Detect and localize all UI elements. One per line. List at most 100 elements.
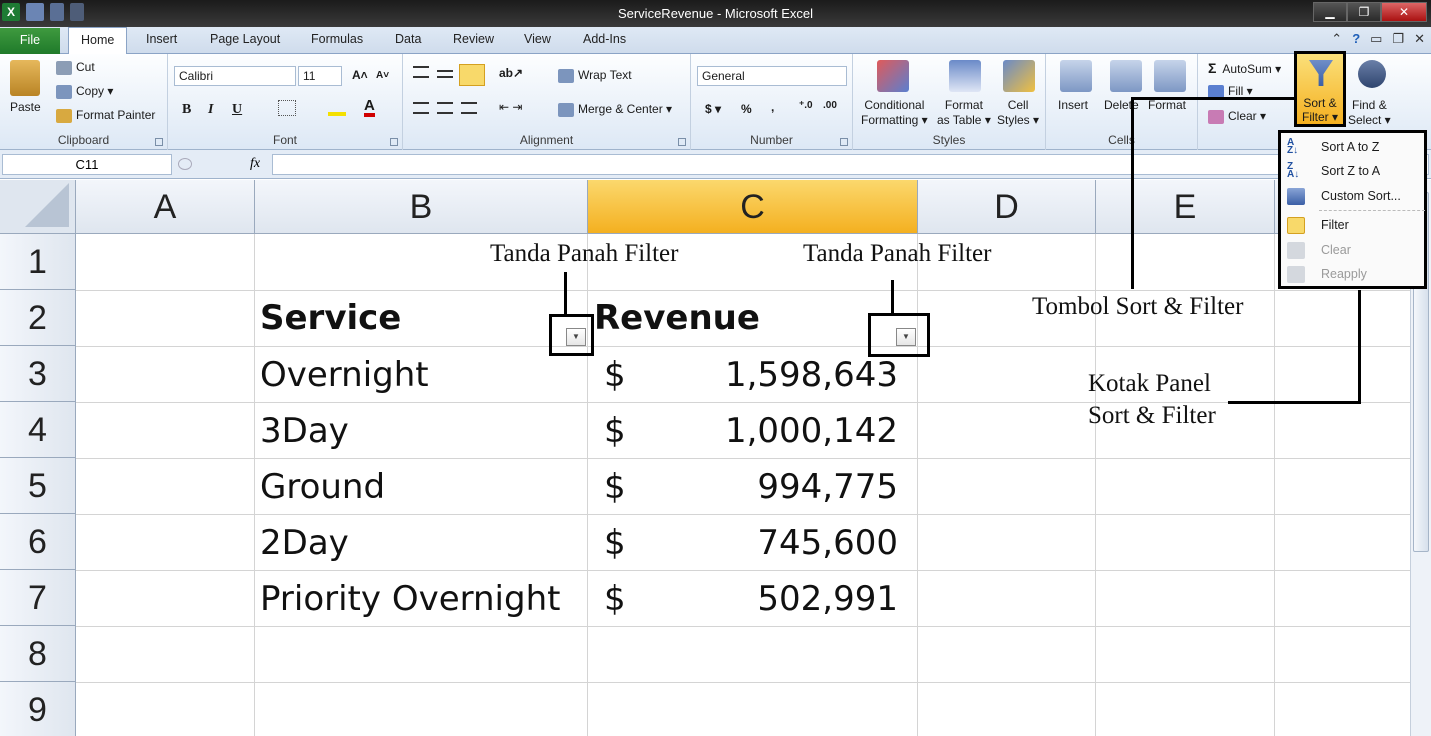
name-box[interactable]: C11: [2, 154, 172, 175]
currency-button[interactable]: $ ▾: [705, 102, 721, 116]
cell-currency[interactable]: $: [604, 411, 626, 451]
menu-item-reapply[interactable]: Reapply: [1285, 263, 1425, 285]
cell-currency[interactable]: $: [604, 355, 626, 395]
cell-service[interactable]: Priority Overnight: [260, 579, 560, 619]
cell-currency[interactable]: $: [604, 523, 626, 563]
header-revenue[interactable]: Revenue: [594, 298, 760, 338]
format-button[interactable]: Format: [1148, 98, 1186, 112]
conditional-formatting-button[interactable]: Conditional Formatting ▾: [861, 98, 928, 128]
align-center-icon[interactable]: [437, 102, 453, 114]
orientation-icon[interactable]: ab↗: [499, 66, 523, 80]
clear-button[interactable]: Clear ▾: [1208, 109, 1266, 124]
column-header-b[interactable]: B: [255, 180, 588, 234]
paste-button[interactable]: Paste: [10, 100, 41, 114]
help-icon[interactable]: ?: [1352, 31, 1360, 47]
merge-center-button[interactable]: Merge & Center ▾: [558, 102, 672, 117]
grow-font-button[interactable]: A˄: [352, 68, 368, 82]
cell-revenue[interactable]: 745,600: [640, 523, 898, 563]
tab-review[interactable]: Review: [453, 32, 494, 46]
restore-button[interactable]: ❐: [1347, 2, 1381, 22]
cell-revenue[interactable]: 1,000,142: [640, 411, 898, 451]
row-header-4[interactable]: 4: [0, 402, 76, 458]
paste-icon[interactable]: [10, 60, 40, 96]
cut-button[interactable]: Cut: [56, 60, 95, 75]
insert-button[interactable]: Insert: [1058, 98, 1088, 112]
row-header-1[interactable]: 1: [0, 234, 76, 290]
cell-revenue[interactable]: 994,775: [640, 467, 898, 507]
format-painter-button[interactable]: Format Painter: [56, 108, 155, 123]
find-select-button[interactable]: Find & Select ▾: [1348, 98, 1391, 128]
percent-button[interactable]: %: [741, 102, 752, 116]
autosum-button[interactable]: Σ AutoSum ▾: [1208, 60, 1281, 76]
doc-close-icon[interactable]: ✕: [1414, 31, 1425, 47]
menu-item-filter[interactable]: Filter: [1285, 214, 1425, 236]
clipboard-launcher-icon[interactable]: [155, 138, 163, 146]
italic-button[interactable]: I: [208, 102, 213, 118]
increase-decimal-button[interactable]: ⁺.0: [799, 100, 813, 111]
header-service[interactable]: Service: [260, 298, 401, 338]
sort-filter-button[interactable]: Sort & Filter ▾: [1294, 51, 1346, 127]
align-middle-icon[interactable]: [437, 70, 453, 78]
number-format-select[interactable]: General: [697, 66, 847, 86]
menu-item-custom-sort[interactable]: Custom Sort...: [1285, 185, 1425, 207]
tab-data[interactable]: Data: [395, 32, 421, 46]
cell-styles-button[interactable]: Cell Styles ▾: [997, 98, 1039, 128]
align-top-icon[interactable]: [413, 66, 429, 78]
underline-button[interactable]: U: [232, 102, 242, 118]
tab-page-layout[interactable]: Page Layout: [210, 32, 280, 46]
cell-service[interactable]: Overnight: [260, 355, 429, 395]
cell-revenue[interactable]: 1,598,643: [640, 355, 898, 395]
font-family-select[interactable]: Calibri: [174, 66, 296, 86]
tab-add-ins[interactable]: Add-Ins: [583, 32, 626, 46]
collapse-ribbon-icon[interactable]: ⌃: [1331, 31, 1342, 47]
row-header-2[interactable]: 2: [0, 290, 76, 346]
decrease-decimal-button[interactable]: .00: [823, 100, 837, 111]
format-as-table-button[interactable]: Format as Table ▾: [937, 98, 991, 128]
column-header-d[interactable]: D: [918, 180, 1096, 234]
doc-restore-icon[interactable]: ❐: [1392, 31, 1404, 47]
cell-currency[interactable]: $: [604, 579, 626, 619]
menu-item-sort-z-a[interactable]: Z A↓ Sort Z to A: [1285, 160, 1425, 182]
cell-service[interactable]: 2Day: [260, 523, 349, 563]
align-bottom-icon[interactable]: [459, 64, 485, 86]
row-header-9[interactable]: 9: [0, 682, 76, 736]
comma-button[interactable]: ,: [771, 100, 774, 114]
font-color-icon[interactable]: A: [364, 98, 375, 117]
cell-revenue[interactable]: 502,991: [640, 579, 898, 619]
row-header-8[interactable]: 8: [0, 626, 76, 682]
cell-currency[interactable]: $: [604, 467, 626, 507]
formula-input[interactable]: [272, 154, 1429, 175]
row-header-5[interactable]: 5: [0, 458, 76, 514]
minimize-button[interactable]: ▁: [1313, 2, 1347, 22]
column-header-e[interactable]: E: [1096, 180, 1275, 234]
row-header-7[interactable]: 7: [0, 570, 76, 626]
wrap-text-button[interactable]: Wrap Text: [558, 68, 632, 83]
close-button[interactable]: ✕: [1381, 2, 1427, 22]
number-launcher-icon[interactable]: [840, 138, 848, 146]
doc-minimize-icon[interactable]: ▭: [1370, 31, 1382, 47]
column-header-c[interactable]: C: [588, 180, 918, 234]
menu-item-clear[interactable]: Clear: [1285, 239, 1425, 261]
tab-insert[interactable]: Insert: [146, 32, 177, 46]
font-launcher-icon[interactable]: [390, 138, 398, 146]
tab-file[interactable]: File: [0, 28, 60, 54]
row-header-3[interactable]: 3: [0, 346, 76, 402]
font-size-select[interactable]: 11: [298, 66, 342, 86]
copy-button[interactable]: Copy ▾: [56, 84, 113, 99]
select-all-corner[interactable]: [0, 180, 76, 234]
fill-color-icon[interactable]: [328, 100, 346, 116]
shrink-font-button[interactable]: A˅: [376, 70, 389, 81]
tab-formulas[interactable]: Formulas: [311, 32, 363, 46]
tab-home[interactable]: Home: [68, 27, 128, 55]
menu-item-sort-a-z[interactable]: A Z↓ Sort A to Z: [1285, 136, 1425, 158]
bold-button[interactable]: B: [182, 102, 191, 118]
indent-icons[interactable]: ⇤ ⇥: [499, 100, 522, 114]
cell-service[interactable]: Ground: [260, 467, 385, 507]
column-header-a[interactable]: A: [76, 180, 255, 234]
alignment-launcher-icon[interactable]: [678, 138, 686, 146]
cell-service[interactable]: 3Day: [260, 411, 349, 451]
borders-icon[interactable]: [278, 100, 296, 116]
tab-view[interactable]: View: [524, 32, 551, 46]
row-header-6[interactable]: 6: [0, 514, 76, 570]
function-icon[interactable]: fx: [250, 156, 260, 172]
